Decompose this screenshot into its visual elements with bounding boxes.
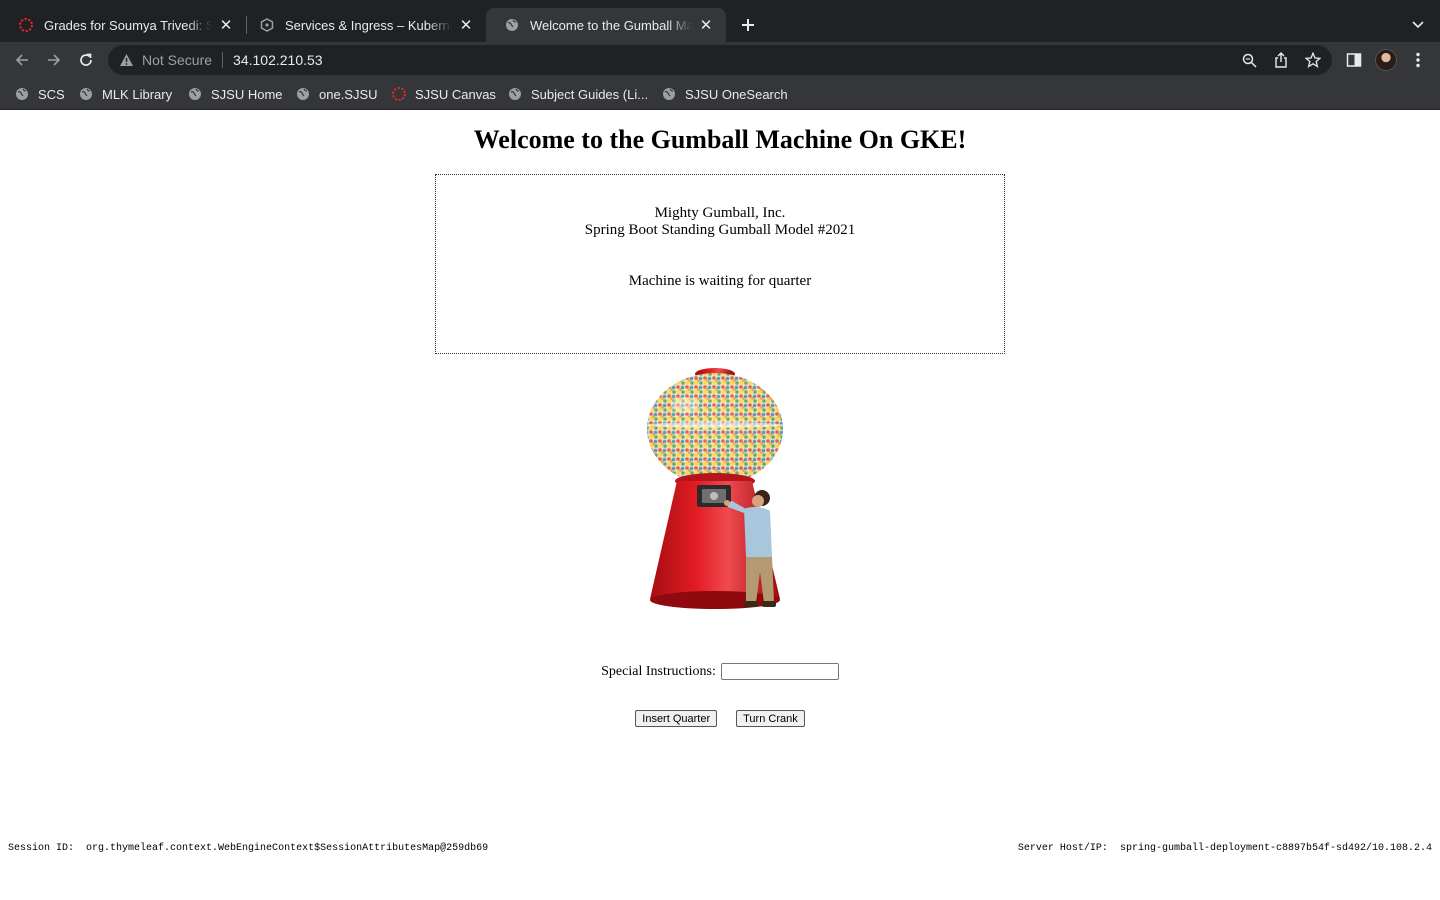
bookmark-label: SJSU Canvas [415, 86, 496, 102]
bookmark-label: SJSU OneSearch [685, 86, 788, 102]
company-name: Mighty Gumball, Inc. [654, 205, 786, 221]
machine-model: Spring Boot Standing Gumball Model #2021 [584, 222, 856, 238]
tab-title: Grades for Soumya Trivedi: SP22: CMPE-17… [44, 17, 212, 33]
bookmark-scs[interactable]: SCS [14, 84, 65, 104]
url-text[interactable]: 34.102.210.53 [233, 52, 323, 68]
turn-crank-button[interactable]: Turn Crank [736, 710, 805, 727]
bookmarks-bar: SCS MLK Library SJSU Home one.SJSU SJSU … [0, 78, 1440, 110]
canvas-icon [391, 86, 407, 102]
bookmark-mlk-library[interactable]: MLK Library [78, 84, 172, 104]
tab-services-ingress[interactable]: Services & Ingress – Kubernetes Engine ✕ [241, 8, 486, 42]
server-value: spring-gumball-deployment-c8897b54f-sd49… [1119, 843, 1432, 854]
page-title: Welcome to the Gumball Machine On GKE! [473, 125, 967, 154]
session-value: org.thymeleaf.context.WebEngineContext$S… [86, 843, 489, 854]
forward-icon[interactable] [41, 47, 67, 73]
globe-icon [14, 86, 30, 102]
bookmark-label: one.SJSU [319, 86, 378, 102]
globe-icon [661, 86, 677, 102]
globe-icon [507, 86, 523, 102]
bookmark-sjsu-home[interactable]: SJSU Home [187, 84, 283, 104]
bookmark-label: MLK Library [102, 86, 173, 102]
globe-icon [78, 86, 94, 102]
back-icon[interactable] [9, 47, 35, 73]
bookmark-label: SCS [38, 86, 65, 102]
tab-grades[interactable]: Grades for Soumya Trivedi: SP22: CMPE-17… [0, 8, 246, 42]
reload-icon[interactable] [73, 47, 99, 73]
canvas-icon [18, 17, 34, 33]
browser-toolbar: Not Secure 34.102.210.53 [0, 42, 1440, 78]
new-tab-icon[interactable] [736, 13, 760, 37]
close-icon[interactable]: ✕ [698, 17, 714, 34]
gumball-machine-image [640, 367, 790, 619]
profile-avatar[interactable] [1375, 49, 1397, 71]
globe-icon [504, 17, 520, 33]
bookmark-sjsu-onesearch[interactable]: SJSU OneSearch [661, 84, 788, 104]
globe-icon [187, 86, 203, 102]
chevron-down-icon[interactable] [1406, 13, 1430, 37]
session-label: Session ID: [8, 843, 75, 854]
bookmark-one-sjsu[interactable]: one.SJSU [295, 84, 378, 104]
server-label: Server Host/IP: [1017, 843, 1108, 854]
action-buttons: Insert Quarter Turn Crank [0, 710, 1440, 727]
server-info: Server Host/IP: spring-gumball-deploymen… [1018, 843, 1432, 854]
tab-strip: Grades for Soumya Trivedi: SP22: CMPE-17… [0, 0, 1440, 42]
kubernetes-icon [259, 17, 275, 33]
tab-title: Welcome to the Gumball Machine On GKE! [530, 17, 692, 33]
globe-icon [295, 86, 311, 102]
bookmark-label: SJSU Home [211, 86, 283, 102]
tab-title: Services & Ingress – Kubernetes Engine [285, 17, 452, 33]
special-instructions-row: Special Instructions: [0, 663, 1440, 680]
warning-icon[interactable] [118, 52, 134, 68]
tab-gumball-active[interactable]: Welcome to the Gumball Machine On GKE! ✕ [486, 8, 726, 42]
close-icon[interactable]: ✕ [218, 17, 234, 34]
address-divider [222, 52, 224, 68]
page-content: Welcome to the Gumball Machine On GKE! M… [0, 111, 1440, 900]
bookmark-subject-guides[interactable]: Subject Guides (Li... [507, 84, 648, 104]
security-label[interactable]: Not Secure [142, 52, 212, 68]
address-bar[interactable]: Not Secure 34.102.210.53 [108, 45, 1332, 75]
special-instructions-input[interactable] [720, 663, 839, 680]
machine-state: Machine is waiting for quarter [628, 273, 812, 289]
insert-quarter-button[interactable]: Insert Quarter [635, 710, 718, 727]
zoom-icon[interactable] [1241, 52, 1257, 68]
machine-message-box: Mighty Gumball, Inc. Spring Boot Standin… [435, 174, 1005, 354]
bookmark-label: Subject Guides (Li... [531, 86, 649, 102]
close-icon[interactable]: ✕ [458, 17, 474, 34]
menu-kebab-icon[interactable] [1408, 50, 1428, 70]
bookmark-sjsu-canvas[interactable]: SJSU Canvas [391, 84, 496, 104]
share-icon[interactable] [1273, 52, 1289, 68]
special-instructions-label: Special Instructions: [601, 663, 716, 679]
side-panel-icon[interactable] [1344, 50, 1364, 70]
session-info: Session ID: org.thymeleaf.context.WebEng… [8, 843, 488, 854]
bookmark-star-icon[interactable] [1305, 52, 1321, 68]
